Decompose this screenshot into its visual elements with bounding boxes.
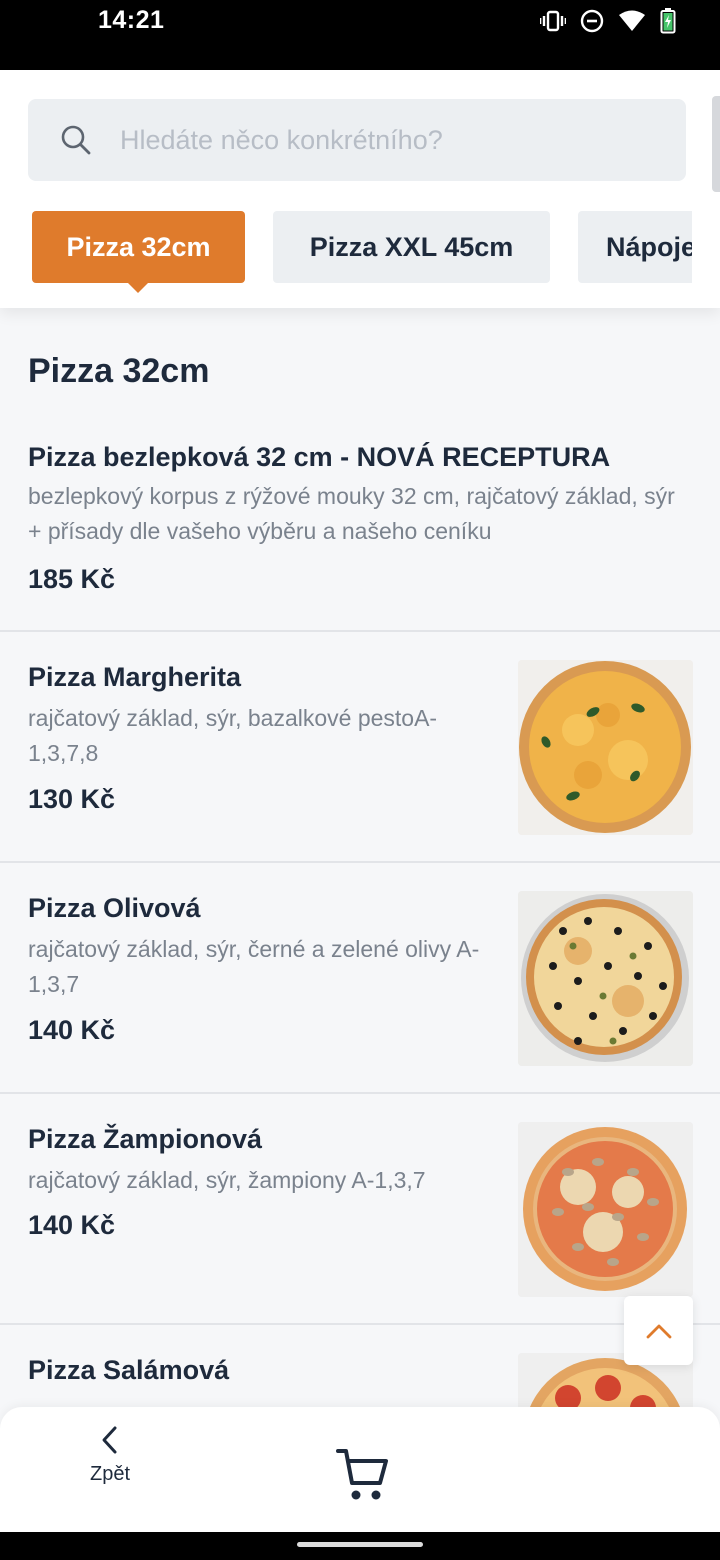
item-name: Pizza Salámová <box>28 1355 230 1385</box>
item-price: 140 Kč <box>28 1210 116 1240</box>
menu-item-olivova[interactable]: Pizza Olivová rajčatový základ, sýr, čer… <box>0 863 720 1094</box>
bottom-navigation: Zpět <box>0 1407 720 1532</box>
item-price: 130 Kč <box>28 784 116 814</box>
category-tabs: Pizza 32cm Pizza XXL 45cm Nápoje <box>32 211 692 301</box>
item-description: rajčatový základ, sýr, žampiony A-1,3,7 <box>28 1167 426 1193</box>
item-price: 140 Kč <box>28 1015 116 1045</box>
tab-napoje[interactable]: Nápoje <box>578 211 692 283</box>
app-screen: Pizza 32cm Pizza XXL 45cm Nápoje Pizza 3… <box>0 70 720 1532</box>
chevron-left-icon <box>102 1426 117 1454</box>
item-description: rajčatový základ, sýr, bazalkové pestoA-… <box>28 705 438 766</box>
vibrate-icon <box>540 10 566 32</box>
item-name: Pizza bezlepková 32 cm - NOVÁ RECEPTURA <box>28 442 611 472</box>
tab-pizza-xxl-45cm[interactable]: Pizza XXL 45cm <box>273 211 550 283</box>
menu-item-margherita[interactable]: Pizza Margherita rajčatový základ, sýr, … <box>0 632 720 863</box>
item-name: Pizza Margherita <box>28 662 242 692</box>
cart-icon <box>336 1449 388 1500</box>
tab-pizza-32cm[interactable]: Pizza 32cm <box>32 211 245 283</box>
header-panel: Pizza 32cm Pizza XXL 45cm Nápoje <box>0 70 720 308</box>
item-name: Pizza Olivová <box>28 893 201 923</box>
menu-item-gluten-free[interactable]: Pizza bezlepková 32 cm - NOVÁ RECEPTURA … <box>0 422 720 632</box>
item-name: Pizza Žampionová <box>28 1124 263 1154</box>
pizza-margherita-image[interactable] <box>518 660 693 835</box>
chevron-up-icon <box>646 1324 671 1338</box>
scroll-to-top-button[interactable] <box>624 1296 693 1365</box>
item-price: 185 Kč <box>28 564 116 594</box>
battery-icon <box>660 8 676 34</box>
do-not-disturb-icon <box>580 9 604 33</box>
menu-item-zampionova[interactable]: Pizza Žampionová rajčatový základ, sýr, … <box>0 1094 720 1325</box>
back-label: Zpět <box>89 1463 131 1485</box>
system-gesture-bar <box>0 1532 720 1560</box>
home-gesture-handle[interactable] <box>297 1542 423 1547</box>
item-description: rajčatový základ, sýr, černé a zelené ol… <box>28 936 480 997</box>
search-icon <box>61 125 91 155</box>
status-icons <box>540 8 676 34</box>
status-bar: 14:21 <box>0 0 720 70</box>
item-description: bezlepkový korpus z rýžové mouky 32 cm, … <box>28 483 675 544</box>
section-title: Pizza 32cm <box>28 352 210 390</box>
cart-button[interactable] <box>330 1445 394 1505</box>
active-tab-pointer <box>128 283 148 293</box>
search-input[interactable] <box>120 99 670 181</box>
search-bar[interactable] <box>28 99 686 181</box>
scroll-indicator[interactable] <box>712 96 720 192</box>
status-time: 14:21 <box>98 6 165 34</box>
pizza-olive-image[interactable] <box>518 891 693 1066</box>
back-button[interactable]: Zpět <box>70 1425 150 1515</box>
pizza-mushroom-image[interactable] <box>518 1122 693 1297</box>
wifi-icon <box>619 10 645 31</box>
